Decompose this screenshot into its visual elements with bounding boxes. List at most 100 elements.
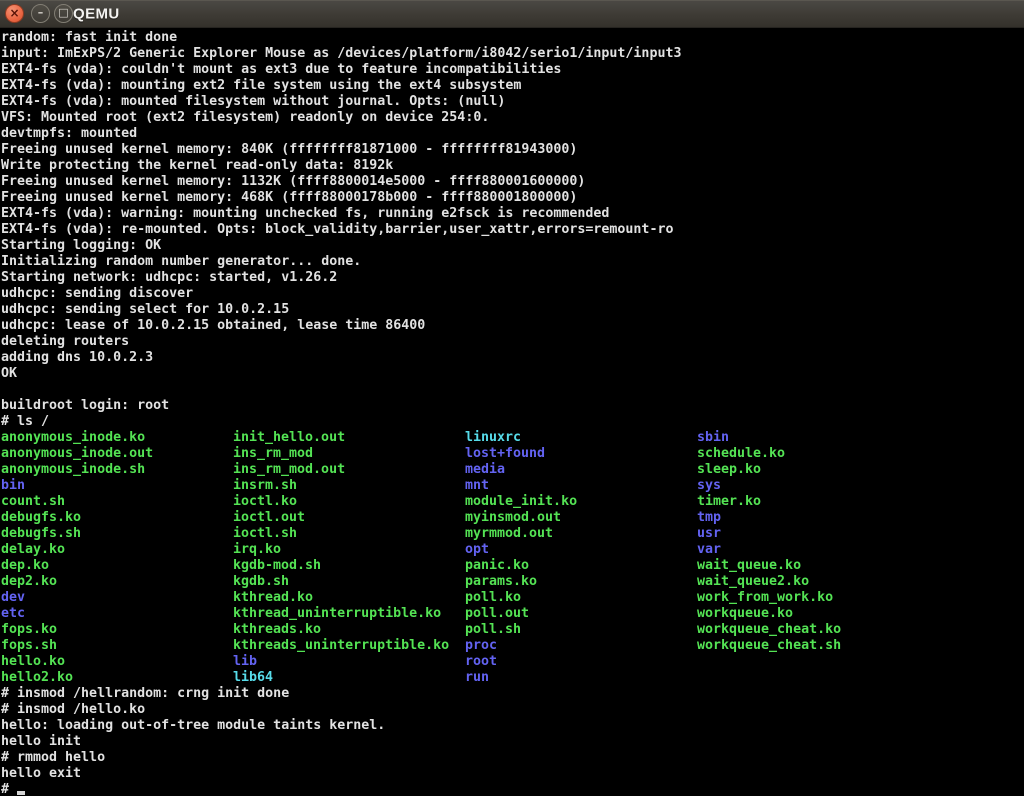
file-entry: ioctl.ko bbox=[233, 494, 449, 510]
boot-log-line: deleting routers bbox=[1, 334, 1024, 350]
file-entry: wait_queue.ko bbox=[697, 558, 841, 574]
file-entry: linuxrc bbox=[465, 430, 577, 446]
file-entry: hello.ko bbox=[1, 654, 153, 670]
file-entry: timer.ko bbox=[697, 494, 841, 510]
file-entry: ins_rm_mod.out bbox=[233, 462, 449, 478]
file-entry: bin bbox=[1, 478, 153, 494]
file-entry: init_hello.out bbox=[233, 430, 449, 446]
boot-log-line: EXT4-fs (vda): couldn't mount as ext3 du… bbox=[1, 62, 1024, 78]
file-entry: var bbox=[697, 542, 841, 558]
boot-log-line: Starting network: udhcpc: started, v1.26… bbox=[1, 270, 1024, 286]
file-entry: etc bbox=[1, 606, 153, 622]
file-entry: kthreads.ko bbox=[233, 622, 449, 638]
file-entry: debugfs.ko bbox=[1, 510, 153, 526]
file-name: irq.ko bbox=[233, 542, 281, 557]
session-line: # insmod /hellrandom: crng init done bbox=[1, 686, 1024, 702]
prompt-line: # bbox=[1, 782, 1024, 796]
file-entry: workqueue.ko bbox=[697, 606, 841, 622]
file-entry: anonymous_inode.out bbox=[1, 446, 153, 462]
file-entry: root bbox=[465, 654, 577, 670]
file-entry: fops.sh bbox=[1, 638, 153, 654]
file-entry: media bbox=[465, 462, 577, 478]
file-entry: delay.ko bbox=[1, 542, 153, 558]
file-entry: kgdb.sh bbox=[233, 574, 449, 590]
file-name: proc bbox=[465, 638, 497, 653]
file-name: anonymous_inode.sh bbox=[1, 462, 145, 477]
file-entry: ioctl.out bbox=[233, 510, 449, 526]
file-name: root bbox=[465, 654, 497, 669]
file-entry: myrmmod.out bbox=[465, 526, 577, 542]
file-entry: sbin bbox=[697, 430, 841, 446]
file-name: insrm.sh bbox=[233, 478, 297, 493]
file-name: params.ko bbox=[465, 574, 537, 589]
file-name: workqueue_cheat.sh bbox=[697, 638, 841, 653]
file-name: count.sh bbox=[1, 494, 65, 509]
file-name: dev bbox=[1, 590, 25, 605]
ls-column: sbinschedule.kosleep.kosystimer.kotmpusr… bbox=[697, 430, 841, 654]
file-entry: schedule.ko bbox=[697, 446, 841, 462]
file-entry: poll.sh bbox=[465, 622, 577, 638]
file-name: wait_queue.ko bbox=[697, 558, 801, 573]
file-entry: dep.ko bbox=[1, 558, 153, 574]
ls-column: init_hello.outins_rm_modins_rm_mod.outin… bbox=[233, 430, 449, 686]
close-icon: × bbox=[6, 5, 23, 22]
file-name: ins_rm_mod bbox=[233, 446, 313, 461]
file-name: ioctl.out bbox=[233, 510, 305, 525]
file-name: myinsmod.out bbox=[465, 510, 561, 525]
file-name: poll.out bbox=[465, 606, 529, 621]
file-entry: opt bbox=[465, 542, 577, 558]
minimize-icon: – bbox=[32, 5, 49, 22]
file-name: module_init.ko bbox=[465, 494, 577, 509]
ls-column: linuxrclost+foundmediamntmodule_init.kom… bbox=[465, 430, 577, 686]
file-entry: insrm.sh bbox=[233, 478, 449, 494]
file-entry: dev bbox=[1, 590, 153, 606]
file-name: work_from_work.ko bbox=[697, 590, 833, 605]
file-name: kthreads_uninterruptible.ko bbox=[233, 638, 449, 653]
file-entry: count.sh bbox=[1, 494, 153, 510]
boot-log-line: adding dns 10.0.2.3 bbox=[1, 350, 1024, 366]
ls-output: anonymous_inode.koanonymous_inode.outano… bbox=[1, 430, 1024, 686]
file-entry: usr bbox=[697, 526, 841, 542]
boot-log-line: VFS: Mounted root (ext2 filesystem) read… bbox=[1, 110, 1024, 126]
file-name: mnt bbox=[465, 478, 489, 493]
boot-log-line: EXT4-fs (vda): mounting ext2 file system… bbox=[1, 78, 1024, 94]
boot-log-line: input: ImExPS/2 Generic Explorer Mouse a… bbox=[1, 46, 1024, 62]
file-entry: params.ko bbox=[465, 574, 577, 590]
file-name: ioctl.ko bbox=[233, 494, 297, 509]
file-entry: module_init.ko bbox=[465, 494, 577, 510]
file-name: sleep.ko bbox=[697, 462, 761, 477]
boot-log-line bbox=[1, 382, 1024, 398]
file-name: panic.ko bbox=[465, 558, 529, 573]
file-name: opt bbox=[465, 542, 489, 557]
file-entry: kthread_uninterruptible.ko bbox=[233, 606, 449, 622]
file-name: etc bbox=[1, 606, 25, 621]
minimize-button[interactable]: – bbox=[31, 4, 50, 23]
maximize-button[interactable]: □ bbox=[54, 4, 73, 23]
file-name: usr bbox=[697, 526, 721, 541]
file-name: tmp bbox=[697, 510, 721, 525]
file-entry: tmp bbox=[697, 510, 841, 526]
file-name: fops.sh bbox=[1, 638, 57, 653]
file-name: bin bbox=[1, 478, 25, 493]
boot-log-line: Freeing unused kernel memory: 468K (ffff… bbox=[1, 190, 1024, 206]
file-entry: kgdb-mod.sh bbox=[233, 558, 449, 574]
file-name: timer.ko bbox=[697, 494, 761, 509]
maximize-icon: □ bbox=[55, 5, 72, 22]
file-name: poll.sh bbox=[465, 622, 521, 637]
file-name: init_hello.out bbox=[233, 430, 345, 445]
close-button[interactable]: × bbox=[5, 4, 24, 23]
file-name: run bbox=[465, 670, 489, 685]
file-name: schedule.ko bbox=[697, 446, 785, 461]
file-entry: kthreads_uninterruptible.ko bbox=[233, 638, 449, 654]
file-name: ins_rm_mod.out bbox=[233, 462, 345, 477]
terminal-screen[interactable]: random: fast init doneinput: ImExPS/2 Ge… bbox=[0, 28, 1024, 796]
file-entry: kthread.ko bbox=[233, 590, 449, 606]
file-name: ioctl.sh bbox=[233, 526, 297, 541]
file-entry: lost+found bbox=[465, 446, 577, 462]
file-entry: sleep.ko bbox=[697, 462, 841, 478]
file-entry: fops.ko bbox=[1, 622, 153, 638]
file-name: media bbox=[465, 462, 505, 477]
file-entry: ioctl.sh bbox=[233, 526, 449, 542]
file-name: anonymous_inode.ko bbox=[1, 430, 145, 445]
ls-column: anonymous_inode.koanonymous_inode.outano… bbox=[1, 430, 153, 686]
